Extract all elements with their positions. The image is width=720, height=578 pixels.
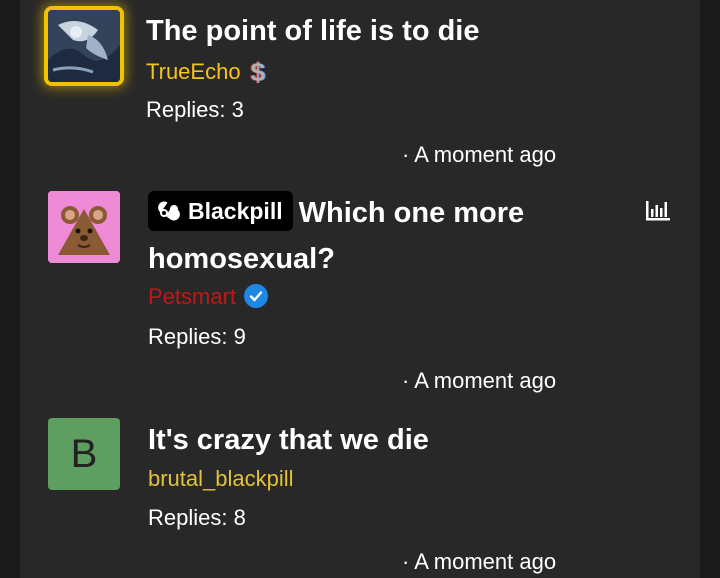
user-avatar[interactable]: B xyxy=(48,418,120,490)
avatar-letter: B xyxy=(70,431,98,476)
replies-count: Replies: 3 xyxy=(146,97,244,122)
author-name[interactable]: brutal_blackpill xyxy=(148,466,294,491)
replies-count: Replies: 8 xyxy=(148,505,246,530)
thread-title-row[interactable]: Blackpill Which one more homosexual? xyxy=(148,190,668,282)
thread-title[interactable]: It's crazy that we die xyxy=(148,417,429,463)
replies-count: Replies: 9 xyxy=(148,324,246,349)
category-badge[interactable]: Blackpill xyxy=(148,191,293,232)
verified-check-icon xyxy=(244,284,269,309)
author-name[interactable]: Petsmart xyxy=(148,284,236,309)
avatar-image xyxy=(48,191,120,263)
user-avatar[interactable] xyxy=(48,191,120,263)
timestamp: · A moment ago xyxy=(402,142,557,167)
poll-chart-icon[interactable] xyxy=(644,199,672,223)
thread-author[interactable]: Petsmart xyxy=(148,283,269,311)
timestamp: · A moment ago xyxy=(402,549,557,574)
pill-icon xyxy=(158,201,180,221)
user-avatar[interactable] xyxy=(48,10,120,82)
author-name[interactable]: TrueEcho xyxy=(146,59,241,84)
badge-label: Blackpill xyxy=(188,198,283,225)
thread-author[interactable]: TrueEcho $ xyxy=(146,56,265,86)
thread-author[interactable]: brutal_blackpill xyxy=(148,465,294,493)
thread-title[interactable]: The point of life is to die xyxy=(146,8,480,54)
dollar-icon: $ xyxy=(250,57,266,87)
thread-list-panel: The point of life is to die TrueEcho $ Re… xyxy=(20,0,700,578)
avatar-image xyxy=(48,10,120,82)
timestamp: · A moment ago xyxy=(402,368,557,393)
